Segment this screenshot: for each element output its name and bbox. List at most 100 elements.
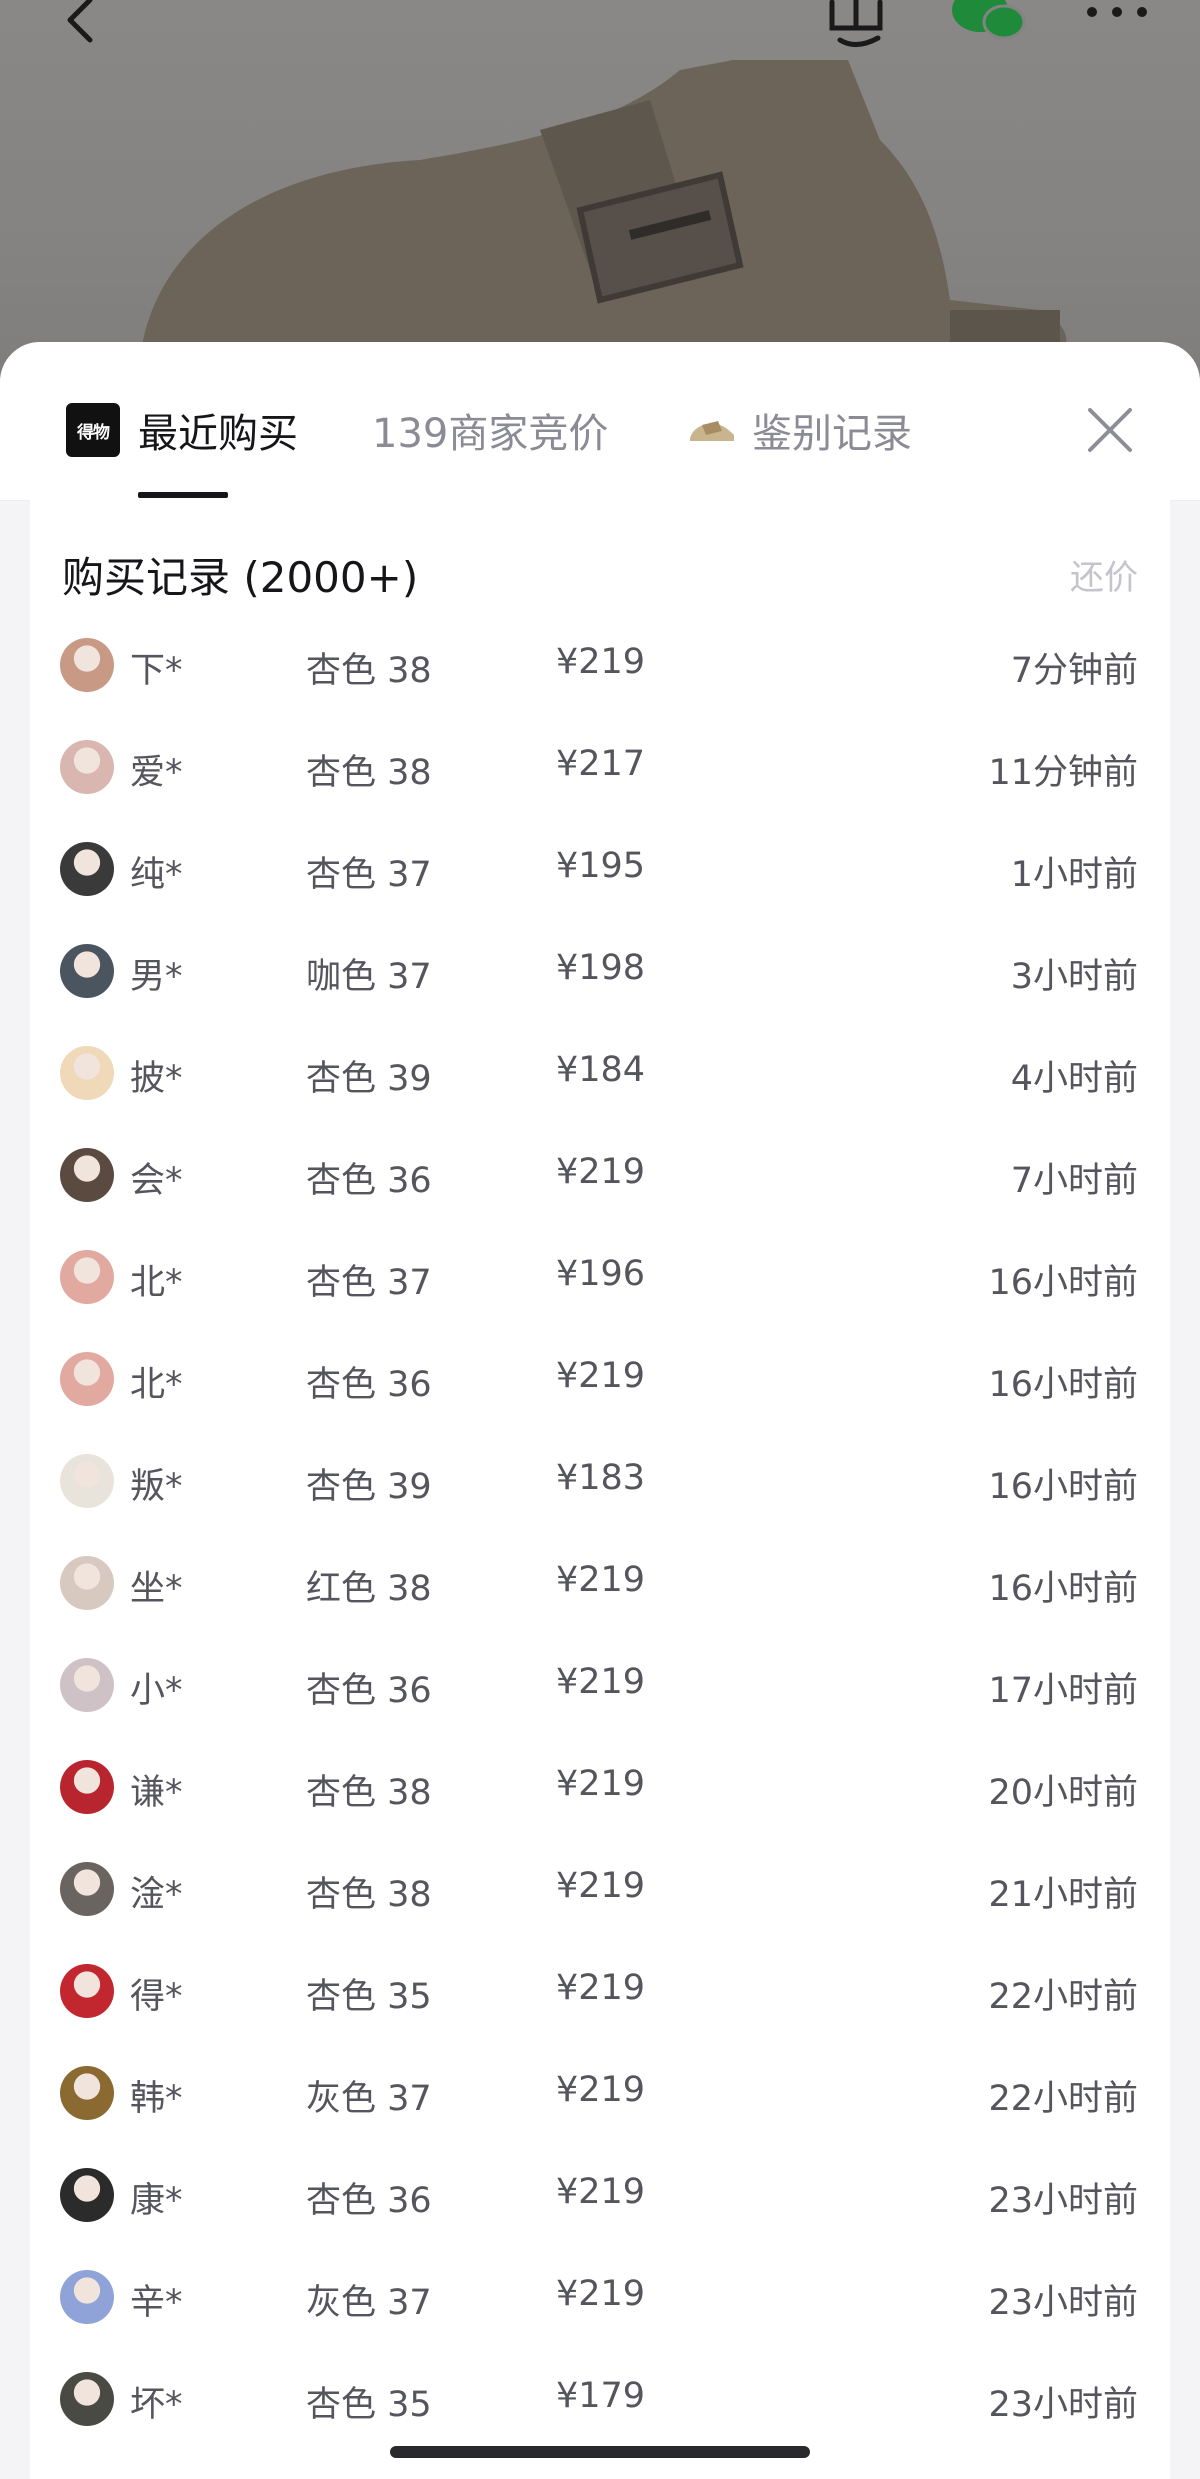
avatar (60, 1760, 114, 1814)
item-spec: 杏色 38 (306, 651, 432, 691)
avatar (60, 1658, 114, 1712)
avatar (60, 638, 114, 692)
buyer-name: 坏* (130, 2385, 183, 2425)
item-spec: 杏色 36 (306, 2181, 432, 2221)
purchase-time: 16小时前 (988, 1365, 1138, 1405)
purchase-time: 1小时前 (1010, 855, 1138, 895)
price: ¥219 (556, 1152, 646, 1192)
purchase-time: 16小时前 (988, 1569, 1138, 1609)
buyer-name: 会* (130, 1161, 183, 1201)
purchase-time: 22小时前 (988, 2079, 1138, 2119)
buyer-name: 纯* (130, 855, 183, 895)
avatar (60, 842, 114, 896)
purchase-record-row: 坐* 红色 38 ¥219 16小时前 (30, 1532, 1170, 1634)
purchase-time: 21小时前 (988, 1875, 1138, 1915)
purchase-record-row: 坏* 杏色 35 ¥179 23小时前 (30, 2348, 1170, 2450)
price: ¥219 (556, 2172, 646, 2212)
tab-authentication-records[interactable]: 鉴别记录 (688, 400, 912, 460)
more-dots-icon[interactable] (1082, 0, 1152, 24)
purchase-record-row: 韩* 灰色 37 ¥219 22小时前 (30, 2042, 1170, 2144)
purchase-time: 7分钟前 (1010, 651, 1138, 691)
price: ¥217 (556, 744, 646, 784)
purchase-record-row: 北* 杏色 37 ¥196 16小时前 (30, 1226, 1170, 1328)
purchase-record-row: 得* 杏色 35 ¥219 22小时前 (30, 1940, 1170, 2042)
item-spec: 灰色 37 (306, 2283, 432, 2323)
buyer-name: 北* (130, 1365, 183, 1405)
sell-icon[interactable] (826, 0, 886, 50)
buyer-name: 坐* (130, 1569, 183, 1609)
avatar (60, 1556, 114, 1610)
avatar (60, 944, 114, 998)
chevron-left-icon[interactable] (56, 0, 106, 44)
purchase-record-row: 辛* 灰色 37 ¥219 23小时前 (30, 2246, 1170, 2348)
tab-merchant-bids-label: 139商家竞价 (372, 411, 609, 457)
avatar (60, 740, 114, 794)
buyer-name: 得* (130, 1977, 183, 2017)
item-spec: 杏色 38 (306, 1773, 432, 1813)
tab-bar: 得物 最近购买 139商家竞价 鉴别记录 (0, 342, 1200, 501)
dewu-logo-icon: 得物 (66, 403, 120, 457)
item-spec: 杏色 36 (306, 1365, 432, 1405)
tab-authentication-records-label: 鉴别记录 (752, 411, 912, 457)
purchase-time: 17小时前 (988, 1671, 1138, 1711)
buyer-name: 康* (130, 2181, 183, 2221)
purchase-record-row: 下* 杏色 38 ¥219 7分钟前 (30, 614, 1170, 716)
purchase-record-row: 爱* 杏色 38 ¥217 11分钟前 (30, 716, 1170, 818)
purchase-time: 16小时前 (988, 1467, 1138, 1507)
purchase-time: 3小时前 (1010, 957, 1138, 997)
price: ¥219 (556, 1356, 646, 1396)
buyer-name: 披* (130, 1059, 183, 1099)
purchase-time: 23小时前 (988, 2385, 1138, 2425)
counter-offer-button[interactable]: 还价 (1070, 550, 1138, 599)
avatar (60, 2168, 114, 2222)
product-image (140, 60, 1067, 360)
records-title: 购买记录 (2000+) (62, 553, 419, 602)
avatar (60, 1352, 114, 1406)
price: ¥219 (556, 1866, 646, 1906)
price: ¥219 (556, 2070, 646, 2110)
price: ¥219 (556, 642, 646, 682)
price: ¥219 (556, 1764, 646, 1804)
price: ¥219 (556, 1560, 646, 1600)
home-indicator (390, 2446, 810, 2458)
buyer-name: 谦* (130, 1773, 183, 1813)
purchase-record-row: 谦* 杏色 38 ¥219 20小时前 (30, 1736, 1170, 1838)
price: ¥183 (556, 1458, 646, 1498)
tab-recent-purchases[interactable]: 得物 最近购买 (66, 400, 298, 460)
purchase-record-row: 叛* 杏色 39 ¥183 16小时前 (30, 1430, 1170, 1532)
purchase-record-row: 小* 杏色 36 ¥219 17小时前 (30, 1634, 1170, 1736)
close-icon[interactable] (1084, 404, 1136, 456)
purchase-record-row: 淦* 杏色 38 ¥219 21小时前 (30, 1838, 1170, 1940)
item-spec: 杏色 36 (306, 1161, 432, 1201)
purchase-time: 11分钟前 (988, 753, 1138, 793)
avatar (60, 1046, 114, 1100)
purchase-time: 22小时前 (988, 1977, 1138, 2017)
purchase-record-row: 纯* 杏色 37 ¥195 1小时前 (30, 818, 1170, 920)
buyer-name: 男* (130, 957, 183, 997)
avatar (60, 1454, 114, 1508)
item-spec: 咖色 37 (306, 957, 432, 997)
item-spec: 杏色 35 (306, 2385, 432, 2425)
price: ¥184 (556, 1050, 646, 1090)
buyer-name: 爱* (130, 753, 183, 793)
purchase-record-row: 男* 咖色 37 ¥198 3小时前 (30, 920, 1170, 1022)
avatar (60, 1250, 114, 1304)
item-spec: 杏色 38 (306, 1875, 432, 1915)
purchase-record-row: 康* 杏色 36 ¥219 23小时前 (30, 2144, 1170, 2246)
wechat-icon[interactable] (950, 0, 1026, 44)
purchase-records-card: 购买记录 (2000+) 还价 下* 杏色 38 ¥219 7分钟前 爱* 杏色 38 ¥2… (30, 500, 1170, 2479)
top-nav-bar (0, 0, 1200, 60)
purchase-records-list: 下* 杏色 38 ¥219 7分钟前 爱* 杏色 38 ¥217 11分钟前 纯* 杏色 37 ¥1… (30, 614, 1170, 2450)
price: ¥219 (556, 1662, 646, 1702)
buyer-name: 韩* (130, 2079, 183, 2119)
purchase-time: 7小时前 (1010, 1161, 1138, 1201)
tab-merchant-bids[interactable]: 139商家竞价 (372, 400, 608, 460)
price: ¥195 (556, 846, 646, 886)
purchase-time: 23小时前 (988, 2283, 1138, 2323)
product-hero (0, 0, 1200, 400)
item-spec: 灰色 37 (306, 2079, 432, 2119)
buyer-name: 淦* (130, 1875, 183, 1915)
avatar (60, 1964, 114, 2018)
price: ¥198 (556, 948, 646, 988)
price: ¥196 (556, 1254, 646, 1294)
